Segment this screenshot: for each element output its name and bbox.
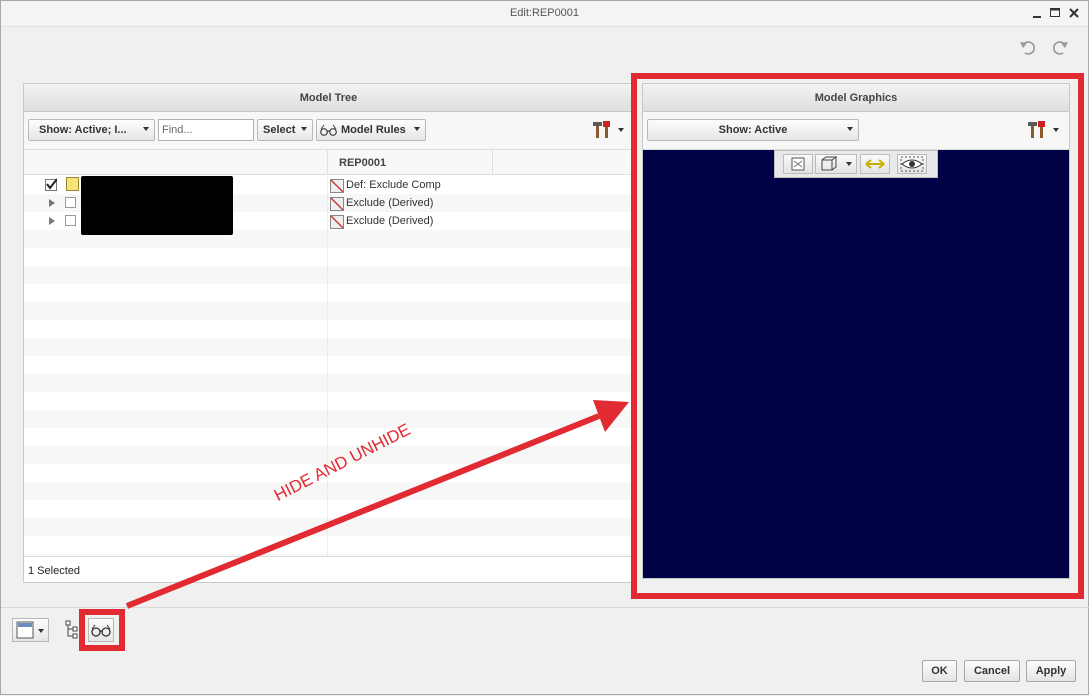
edit-dialog: Edit:REP0001 Model Tree Show: Active; I.… [0, 0, 1089, 695]
apply-button[interactable]: Apply [1026, 660, 1076, 682]
ok-button[interactable]: OK [922, 660, 957, 682]
cancel-button[interactable]: Cancel [964, 660, 1020, 682]
annotation-arrow [125, 400, 629, 609]
